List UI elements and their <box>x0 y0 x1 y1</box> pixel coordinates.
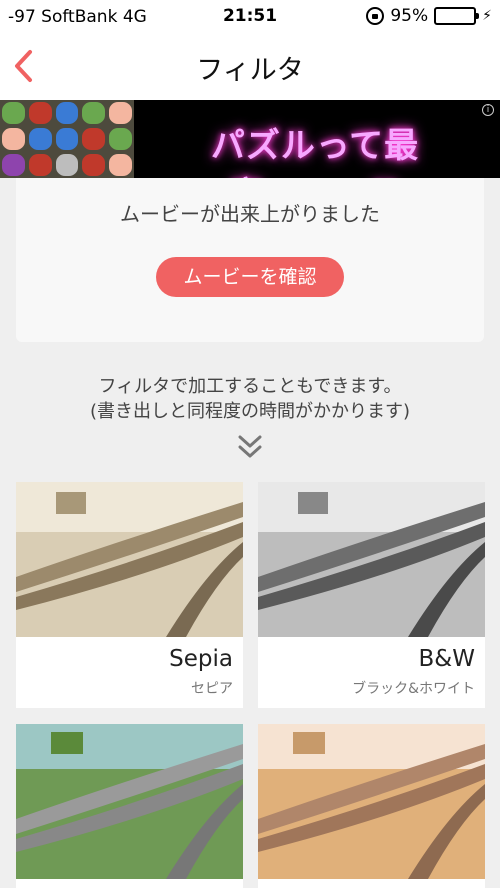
navigation-bar: フィルタ <box>0 34 500 100</box>
page-title: フィルタ <box>196 55 304 86</box>
double-chevron-down-icon <box>238 435 262 458</box>
check-movie-button[interactable]: ムービーを確認 <box>156 257 344 297</box>
filter-preview-image <box>16 724 243 879</box>
back-button[interactable] <box>8 46 48 86</box>
ad-info-icon[interactable]: i <box>482 104 494 116</box>
filter-subtitle: ブラック&ホワイト <box>352 681 475 697</box>
filter-name: B&W <box>418 646 475 672</box>
battery-percent: 95% <box>390 6 429 26</box>
puzzle-gems-image <box>0 100 134 178</box>
filter-preview-image <box>258 724 485 879</box>
filter-info: フィルタで加工することもできます。 (書き出しと同程度の時間がかかります) <box>0 374 500 424</box>
filter-preview-image <box>16 482 243 637</box>
ad-text: パズルって最高・・・♥ <box>210 126 420 178</box>
status-bar: -97 SoftBank 4G 21:51 95% ⚡ <box>0 0 500 34</box>
movie-ready-message: ムービーが出来上がりました <box>120 202 380 226</box>
filter-tile-bw[interactable]: B&W ブラック&ホワイト <box>258 482 485 708</box>
filter-tile-warm[interactable] <box>258 724 485 888</box>
filter-info-line1: フィルタで加工することもできます。 <box>98 376 402 397</box>
filter-info-line2: (書き出しと同程度の時間がかかります) <box>89 401 411 422</box>
status-right: 95% ⚡ <box>366 6 492 26</box>
rotation-lock-icon <box>366 7 385 25</box>
movie-ready-card: ムービーが出来上がりました ムービーを確認 <box>16 178 484 342</box>
filter-name: Sepia <box>169 646 233 672</box>
ad-banner[interactable]: パズルって最高・・・♥ i <box>0 100 500 178</box>
charging-icon: ⚡ <box>482 8 492 24</box>
filter-preview-image <box>258 482 485 637</box>
filter-tile-sepia[interactable]: Sepia セピア <box>16 482 243 708</box>
filter-subtitle: セピア <box>191 681 233 697</box>
battery-icon <box>434 7 480 25</box>
chevron-left-icon <box>15 50 32 82</box>
filter-tile-vivid[interactable] <box>16 724 243 888</box>
